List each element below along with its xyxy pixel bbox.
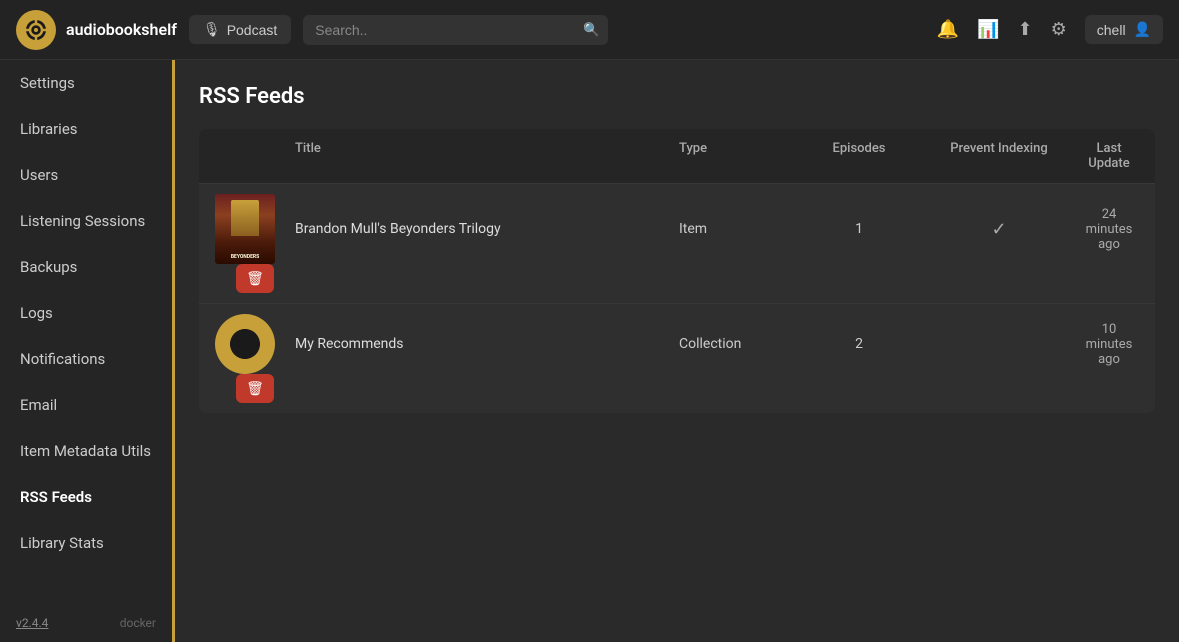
table-row: BEYONDERS Brandon Mull's Beyonders Trilo… xyxy=(199,183,1155,303)
bell-button[interactable]: 🔔 xyxy=(937,19,959,40)
row1-prevent-indexing: ✓ xyxy=(919,219,1079,240)
col-header-title: Title xyxy=(295,141,679,171)
sidebar-item-item-metadata-utils[interactable]: Item Metadata Utils xyxy=(0,428,172,474)
row1-delete-button[interactable]: 🗑 xyxy=(236,264,274,293)
row2-episodes: 2 xyxy=(799,336,919,352)
stats-button[interactable]: 📊 xyxy=(977,19,999,40)
sidebar-item-rss-feeds[interactable]: RSS Feeds xyxy=(0,474,172,520)
book-cover-image: BEYONDERS xyxy=(215,194,275,264)
rss-feeds-table: Title Type Episodes Prevent Indexing Las… xyxy=(199,129,1155,413)
logo-placeholder xyxy=(215,314,275,374)
sidebar-item-libraries[interactable]: Libraries xyxy=(0,106,172,152)
col-header-type: Type xyxy=(679,141,799,171)
col-header-episodes: Episodes xyxy=(799,141,919,171)
row1-last-update: 24 minutes ago xyxy=(1079,207,1139,252)
col-header-last-update: Last Update xyxy=(1079,141,1139,171)
sidebar-item-backups[interactable]: Backups xyxy=(0,244,172,290)
upload-icon: ⬆ xyxy=(1018,19,1033,40)
sidebar-footer: v2.4.4 docker xyxy=(0,604,172,642)
sidebar-item-logs[interactable]: Logs xyxy=(0,290,172,336)
sidebar-item-library-stats[interactable]: Library Stats xyxy=(0,520,172,566)
version-link[interactable]: v2.4.4 xyxy=(16,616,48,630)
body-layout: Settings Libraries Users Listening Sessi… xyxy=(0,60,1179,642)
microphone-icon: 🎙 xyxy=(203,21,221,38)
app-logo xyxy=(16,10,56,50)
gear-icon: ⚙ xyxy=(1051,19,1067,40)
logo-area: audiobookshelf xyxy=(16,10,177,50)
sidebar-item-users[interactable]: Users xyxy=(0,152,172,198)
row2-last-update: 10 minutes ago xyxy=(1079,322,1139,367)
podcast-label: Podcast xyxy=(227,22,278,38)
env-label: docker xyxy=(120,616,156,630)
row2-delete-button[interactable]: 🗑 xyxy=(236,374,274,403)
bell-icon: 🔔 xyxy=(937,19,959,40)
table-header: Title Type Episodes Prevent Indexing Las… xyxy=(199,129,1155,183)
podcast-button[interactable]: 🎙 Podcast xyxy=(189,15,291,44)
row1-actions: 🗑 xyxy=(215,264,295,293)
table-row: My Recommends Collection 2 10 minutes ag… xyxy=(199,303,1155,413)
sidebar-item-listening-sessions[interactable]: Listening Sessions xyxy=(0,198,172,244)
user-icon: 👤 xyxy=(1134,21,1151,38)
row2-actions: 🗑 xyxy=(215,374,295,403)
col-header-thumb xyxy=(215,141,295,171)
row1-type: Item xyxy=(679,221,799,237)
sidebar-item-email[interactable]: Email xyxy=(0,382,172,428)
header: audiobookshelf 🎙 Podcast 🔍 🔔 📊 ⬆ ⚙ chell… xyxy=(0,0,1179,60)
row1-episodes: 1 xyxy=(799,221,919,237)
sidebar-item-notifications[interactable]: Notifications xyxy=(0,336,172,382)
upload-button[interactable]: ⬆ xyxy=(1018,19,1033,40)
header-actions: 🔔 📊 ⬆ ⚙ chell 👤 xyxy=(937,15,1163,44)
row1-title: Brandon Mull's Beyonders Trilogy xyxy=(295,221,679,237)
settings-gear-button[interactable]: ⚙ xyxy=(1051,19,1067,40)
page-title: RSS Feeds xyxy=(199,84,1155,109)
user-name: chell xyxy=(1097,22,1126,38)
sidebar-item-settings[interactable]: Settings xyxy=(0,60,172,106)
col-header-prevent-indexing: Prevent Indexing xyxy=(919,141,1079,171)
row1-thumbnail: BEYONDERS xyxy=(215,194,295,264)
row2-type: Collection xyxy=(679,336,799,352)
search-input[interactable] xyxy=(303,15,608,45)
app-name: audiobookshelf xyxy=(66,20,177,39)
main-content: RSS Feeds Title Type Episodes Prevent In… xyxy=(175,60,1179,642)
bar-chart-icon: 📊 xyxy=(977,19,999,40)
search-icon: 🔍 xyxy=(583,22,600,37)
row2-title: My Recommends xyxy=(295,336,679,352)
row2-thumbnail xyxy=(215,314,295,374)
search-bar: 🔍 xyxy=(303,15,608,45)
sidebar: Settings Libraries Users Listening Sessi… xyxy=(0,60,175,642)
user-button[interactable]: chell 👤 xyxy=(1085,15,1163,44)
search-icon-button[interactable]: 🔍 xyxy=(583,22,600,38)
